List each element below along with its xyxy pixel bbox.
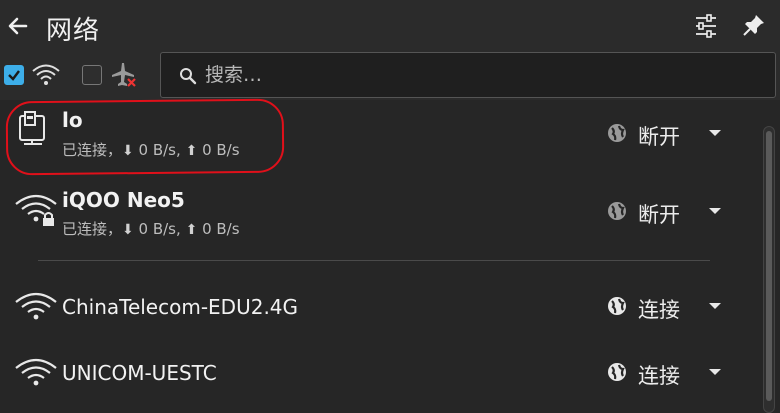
search-box — [160, 52, 776, 98]
globe-icon — [608, 297, 626, 315]
search-icon — [180, 68, 197, 85]
toolbar — [0, 52, 780, 100]
page-title: 网络 — [46, 16, 101, 46]
wifi-icon — [15, 358, 57, 386]
connect-button[interactable]: 连接 — [638, 360, 680, 390]
wifi-icon — [15, 292, 57, 320]
scrollbar[interactable] — [763, 126, 775, 413]
chevron-down-icon[interactable] — [707, 127, 723, 139]
upload-arrow-icon: ⬆ — [185, 222, 198, 238]
search-input[interactable] — [205, 61, 745, 89]
disconnect-button[interactable]: 断开 — [638, 121, 680, 151]
scrollbar-thumb[interactable] — [766, 131, 772, 401]
header: 网络 — [0, 0, 780, 52]
red-highlight-annotation — [5, 98, 285, 176]
connection-name: UNICOM-UESTC — [62, 361, 217, 385]
chevron-down-icon[interactable] — [707, 205, 723, 217]
back-arrow-icon[interactable] — [6, 14, 30, 38]
airplane-mode-off-icon — [112, 63, 136, 87]
download-arrow-icon: ⬇ — [122, 222, 134, 238]
globe-icon — [608, 202, 626, 220]
connection-item-iqoo-neo5[interactable]: iQOO Neo5 已连接，⬇ 0 B/s, ⬆ 0 B/s 断开 — [0, 180, 756, 258]
globe-icon — [608, 363, 626, 381]
connection-list: lo 已连接，⬇ 0 B/s, ⬆ 0 B/s 断开 iQOO Neo5 已连接… — [0, 98, 756, 413]
connection-status: 已连接，⬇ 0 B/s, ⬆ 0 B/s — [62, 220, 240, 238]
connection-name: iQOO Neo5 — [62, 188, 185, 212]
pin-icon[interactable] — [742, 13, 766, 37]
disconnect-button[interactable]: 断开 — [638, 199, 680, 229]
connect-button[interactable]: 连接 — [638, 294, 680, 324]
wifi-icon — [32, 64, 60, 85]
wifi-enable-checkbox[interactable] — [4, 65, 24, 85]
connection-item-chinatelecom[interactable]: ChinaTelecom-EDU2.4G 连接 — [0, 278, 756, 334]
connection-item-unicom[interactable]: UNICOM-UESTC 连接 — [0, 344, 756, 400]
airplane-mode-checkbox[interactable] — [82, 65, 102, 85]
connection-item-lo[interactable]: lo 已连接，⬇ 0 B/s, ⬆ 0 B/s 断开 — [0, 98, 756, 178]
divider — [38, 260, 710, 261]
chevron-down-icon[interactable] — [707, 366, 723, 378]
settings-sliders-icon[interactable] — [693, 13, 719, 39]
connection-name: ChinaTelecom-EDU2.4G — [62, 295, 299, 319]
chevron-down-icon[interactable] — [707, 300, 723, 312]
globe-icon — [608, 124, 626, 142]
wifi-locked-icon — [15, 194, 57, 226]
